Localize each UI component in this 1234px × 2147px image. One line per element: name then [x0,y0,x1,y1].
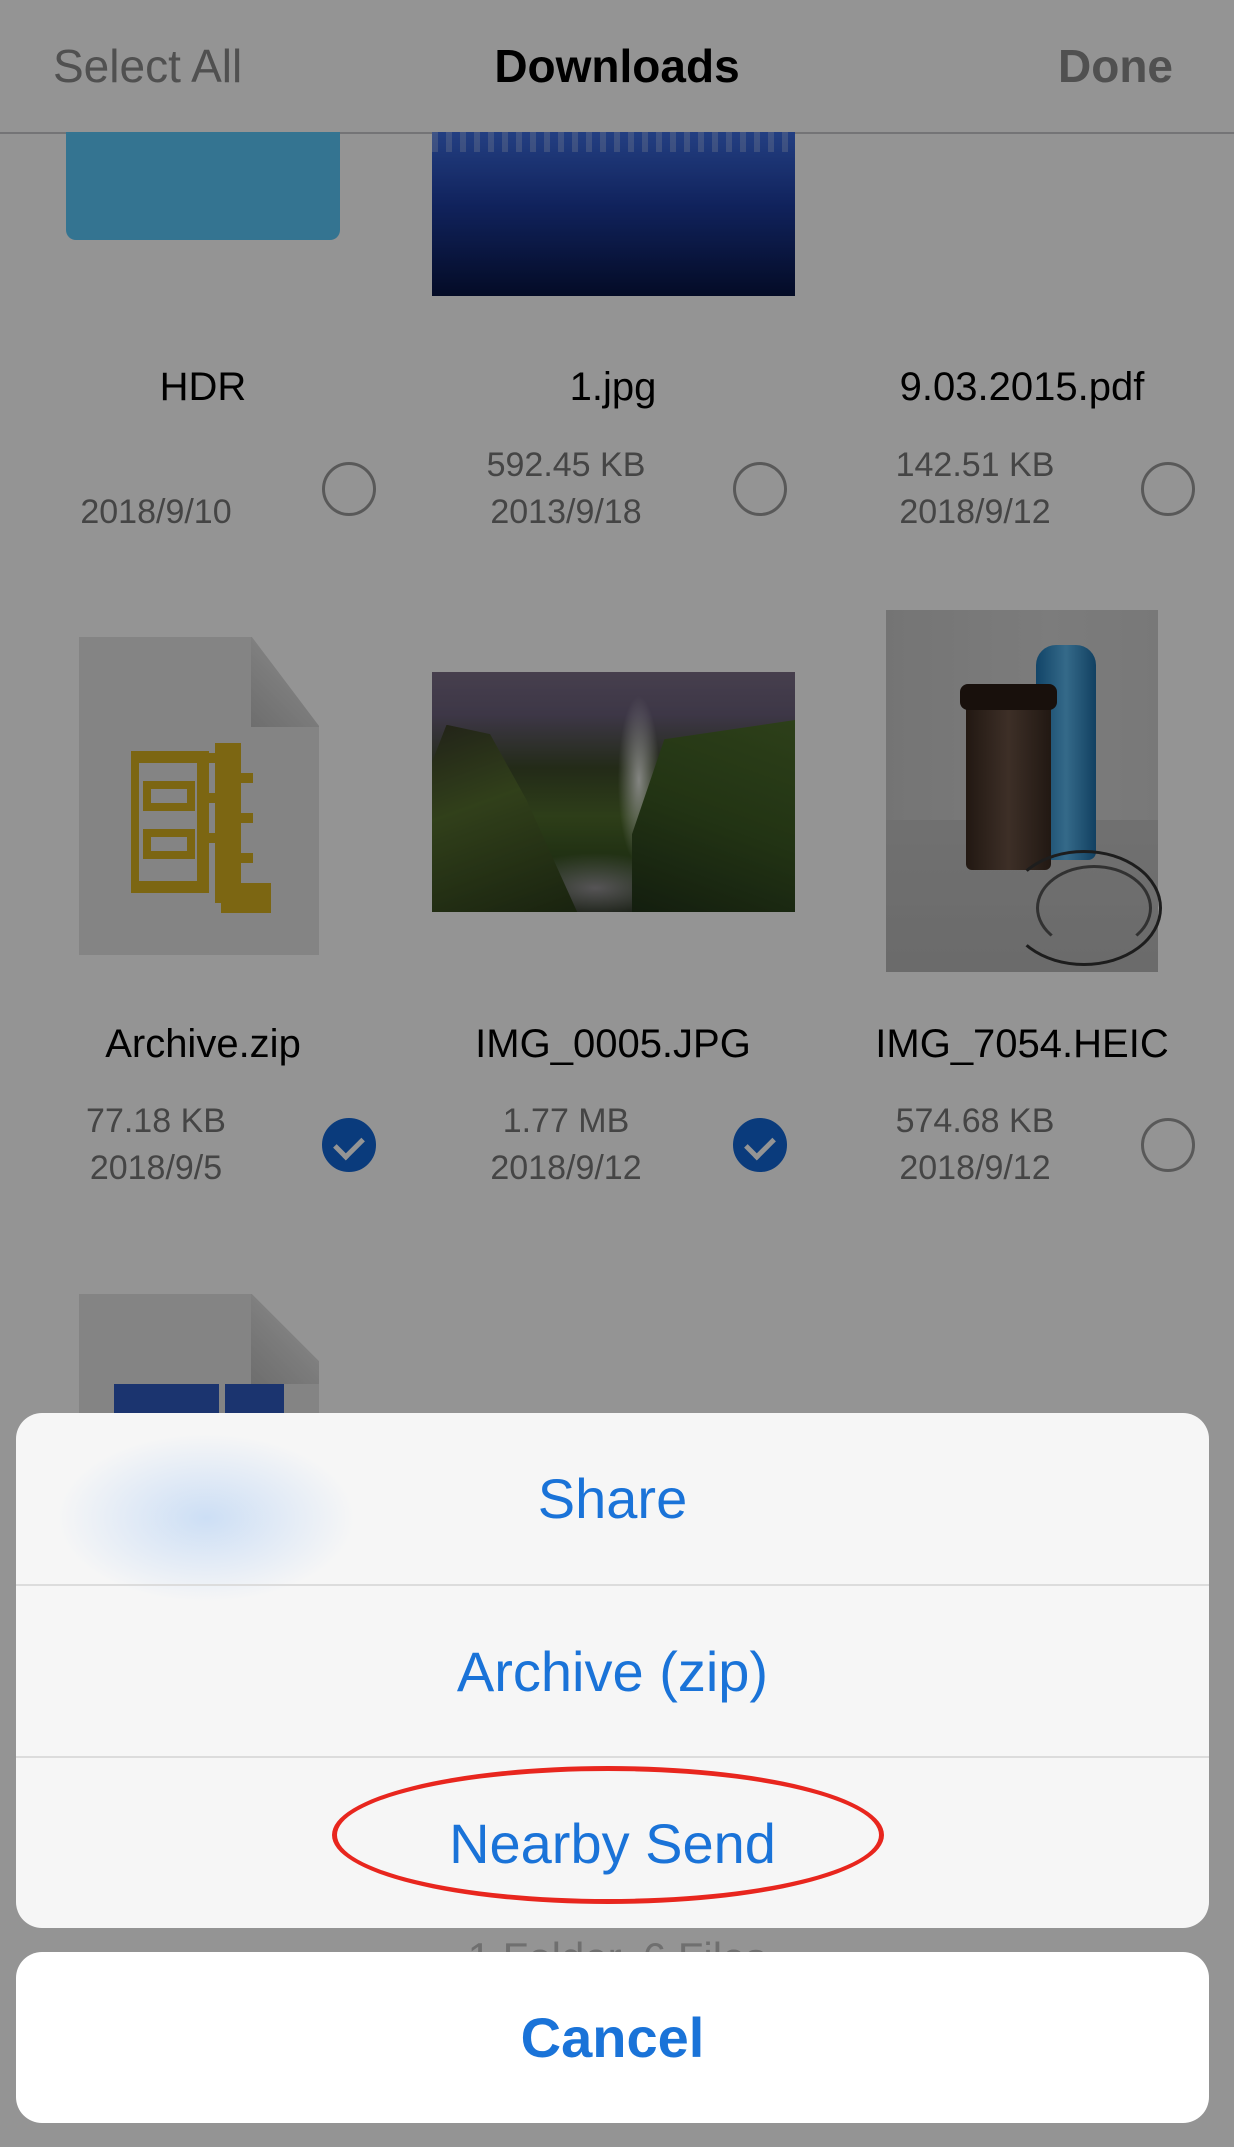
share-button[interactable]: Share [16,1413,1209,1584]
annotation-highlight-ring [332,1766,884,1904]
cancel-button[interactable]: Cancel [16,1952,1209,2123]
archive-zip-button[interactable]: Archive (zip) [16,1586,1209,1757]
